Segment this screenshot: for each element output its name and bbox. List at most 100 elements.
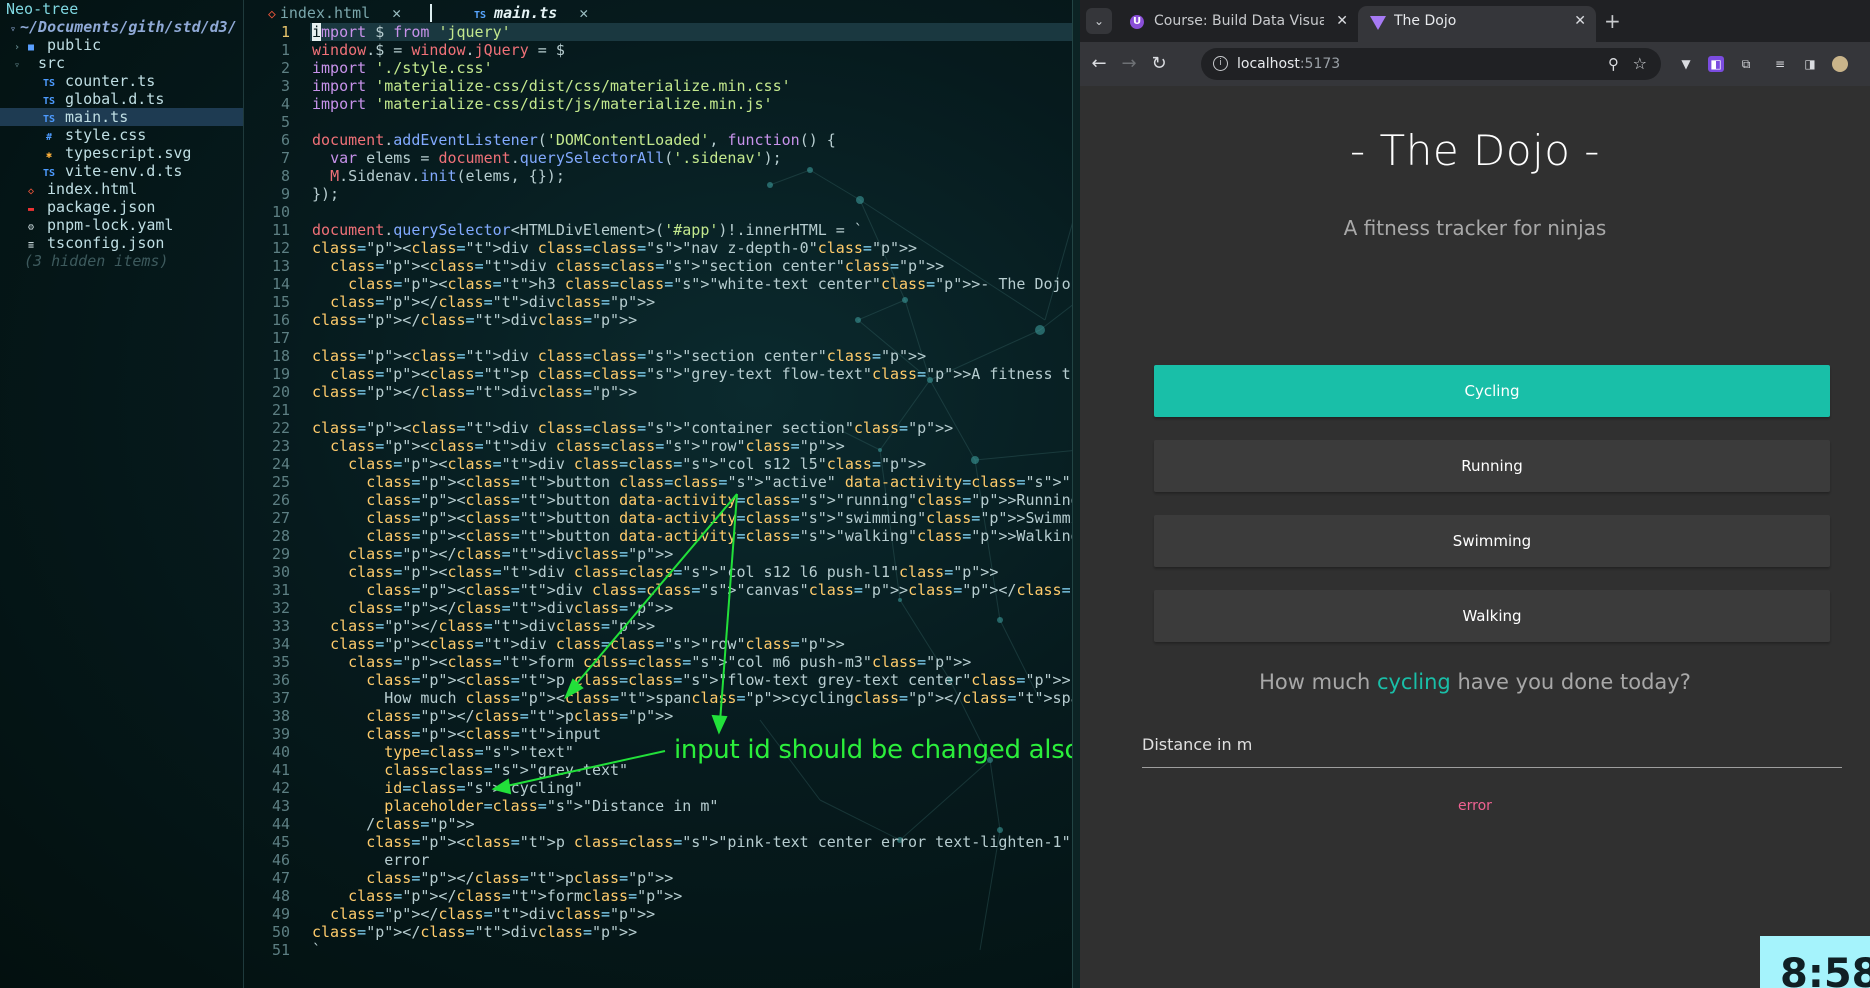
code-line[interactable]: document.addEventListener('DOMContentLoa… (312, 131, 1079, 149)
code-line[interactable]: class="p"><class="t">form calss=class="s… (312, 653, 1079, 671)
extension-icon[interactable]: ◧ (1708, 56, 1724, 72)
extensions-puzzle-icon[interactable]: ⧉ (1738, 56, 1754, 72)
code-line[interactable]: class="p"></class="t">divclass="p">> (312, 545, 1079, 563)
tree-item-style[interactable]: # style.css (0, 126, 243, 144)
code-line[interactable]: class="p"><class="t">div class=class="s"… (312, 239, 1079, 257)
code-line[interactable]: window.$ = window.jQuery = $ (312, 41, 1079, 59)
code-line[interactable]: How much class="p"><class="t">spanclass=… (312, 689, 1079, 707)
code-line[interactable]: class="p"><class="t">div class=class="s"… (312, 437, 1079, 455)
code-line[interactable]: class="p"><class="t">div class=class="s"… (312, 347, 1079, 365)
code-line[interactable]: class="p"></class="t">formclass="p">> (312, 887, 1079, 905)
code-line[interactable]: var elems = document.querySelectorAll('.… (312, 149, 1079, 167)
address-bar[interactable]: i localhost:5173 ⚲ ☆ (1201, 48, 1661, 80)
line-number: 4 (280, 95, 290, 113)
reload-icon[interactable]: ↻ (1145, 50, 1173, 78)
code-line[interactable]: class="p"><class="t">h3 class=class="s">… (312, 275, 1079, 293)
annotation-text: input id should be changed also (674, 735, 1079, 765)
side-panel-icon[interactable]: ◨ (1802, 56, 1818, 72)
new-tab-button[interactable]: + (1604, 8, 1621, 34)
forward-icon[interactable]: → (1115, 50, 1143, 78)
file-tree-root-path[interactable]: ▿ ~/Documents/gith/std/d3/ (0, 18, 243, 36)
code-line[interactable]: class="p"><class="t">button data-activit… (312, 509, 1079, 527)
file-tree-panel: Neo-tree ▿ ~/Documents/gith/std/d3/ › ■ pu… (0, 0, 244, 988)
code-line[interactable]: class="p"><class="t">div class=class="s"… (312, 257, 1079, 275)
browser-tab-the-dojo[interactable]: The Dojo ✕ (1358, 6, 1596, 42)
code-line[interactable]: /class="p">> (312, 815, 1079, 833)
code-line[interactable] (312, 113, 1079, 131)
code-line[interactable]: import 'materialize-css/dist/js/material… (312, 95, 1079, 113)
code-line[interactable]: error (312, 851, 1079, 869)
tree-item-typescript-svg[interactable]: ✱ typescript.svg (0, 144, 243, 162)
code-line[interactable]: class="p"></class="t">divclass="p">> (312, 293, 1079, 311)
code-line[interactable]: class="p"><class="t">p class=class="s">"… (312, 833, 1079, 851)
back-icon[interactable]: ← (1085, 50, 1113, 78)
code-line[interactable] (312, 329, 1079, 347)
bookmark-star-icon[interactable]: ☆ (1633, 48, 1647, 80)
code-line[interactable]: ` (312, 941, 1079, 959)
code-line[interactable] (312, 203, 1079, 221)
close-icon[interactable]: ✕ (392, 4, 401, 22)
code-line[interactable]: class="p"></class="t">divclass="p">> (312, 905, 1079, 923)
code-line[interactable]: id=class="s">"cycling" (312, 779, 1079, 797)
distance-input[interactable] (1142, 722, 1842, 768)
tree-item-pnpm-lock[interactable]: ⚙ pnpm-lock.yaml (0, 216, 243, 234)
code-line[interactable]: class="p"></class="t">divclass="p">> (312, 311, 1079, 329)
tree-item-package-json[interactable]: ▬ package.json (0, 198, 243, 216)
code-line[interactable]: class="p"><class="t">p class=class="s">"… (312, 671, 1079, 689)
code-line[interactable]: class="p"><class="t">div class=class="s"… (312, 419, 1079, 437)
tree-item-public[interactable]: › ■ public (0, 36, 243, 54)
code-line[interactable]: class="p"></class="t">pclass="p">> (312, 869, 1079, 887)
code-line[interactable]: }); (312, 185, 1079, 203)
code-line[interactable]: class="p"><class="t">button class=class=… (312, 473, 1079, 491)
code-line[interactable]: class="p"><class="t">button data-activit… (312, 527, 1079, 545)
tree-item-main[interactable]: TS main.ts (0, 108, 243, 126)
walking-button[interactable]: Walking (1154, 590, 1830, 642)
browser-tab-strip: ⌄ U Course: Build Data Visua ✕ The Dojo … (1080, 0, 1870, 42)
vue-devtools-icon[interactable]: ▼ (1678, 56, 1694, 72)
code-line[interactable]: document.querySelector<HTMLDivElement>('… (312, 221, 1079, 239)
tree-item-vite-env[interactable]: TS vite-env.d.ts (0, 162, 243, 180)
tree-item-tsconfig[interactable]: ≡ tsconfig.json (0, 234, 243, 252)
close-icon[interactable]: ✕ (1574, 6, 1586, 36)
code-line[interactable]: class="p"><class="t">p class=class="s">"… (312, 365, 1079, 383)
profile-avatar-icon[interactable] (1832, 56, 1848, 72)
code-line[interactable]: class="p"><class="t">div class=class="s"… (312, 563, 1079, 581)
swimming-button[interactable]: Swimming (1154, 515, 1830, 567)
line-number: 45 (271, 833, 290, 851)
zoom-icon[interactable]: ⚲ (1608, 48, 1619, 80)
line-number: 1 (280, 23, 290, 41)
browser-tab-course[interactable]: U Course: Build Data Visua ✕ (1118, 6, 1358, 42)
code-line[interactable]: class="p"><class="t">div class=class="s"… (312, 455, 1079, 473)
site-info-icon[interactable]: i (1213, 56, 1228, 71)
tree-item-global-d[interactable]: TS global.d.ts (0, 90, 243, 108)
tree-item-counter[interactable]: TS counter.ts (0, 72, 243, 90)
cycling-button[interactable]: Cycling (1154, 365, 1830, 417)
close-icon[interactable]: ✕ (1336, 6, 1348, 36)
code-line[interactable]: class="p"><class="t">div class=class="s"… (312, 635, 1079, 653)
code-line[interactable]: class="p"><class="t">button data-activit… (312, 491, 1079, 509)
code-line[interactable]: class="p"></class="t">divclass="p">> (312, 383, 1079, 401)
close-icon[interactable]: ✕ (579, 4, 588, 22)
code-line[interactable]: import $ from 'jquery' (310, 23, 1079, 41)
gear-icon: ⚙ (27, 222, 35, 233)
tab-search-button[interactable]: ⌄ (1086, 8, 1112, 34)
running-button[interactable]: Running (1154, 440, 1830, 492)
code-buffer[interactable]: import $ from 'jquery' window.$ = window.… (310, 23, 1079, 959)
code-line[interactable]: class="p"></class="t">divclass="p">> (312, 599, 1079, 617)
media-queue-icon[interactable]: ≡ (1772, 56, 1788, 72)
line-number: 48 (271, 887, 290, 905)
typescript-icon: TS (474, 10, 487, 21)
code-line[interactable]: class="p"></class="t">pclass="p">> (312, 707, 1079, 725)
code-line[interactable]: import 'materialize-css/dist/css/materia… (312, 77, 1079, 95)
file-tree-title: Neo-tree (6, 0, 79, 18)
code-line[interactable]: class="p"></class="t">divclass="p">> (312, 923, 1079, 941)
code-line[interactable]: class="p"><class="t">div class=class="s"… (312, 581, 1079, 599)
code-line[interactable]: placeholder=class="s">"Distance in m" (312, 797, 1079, 815)
tree-item-src[interactable]: ▿ src (0, 54, 243, 72)
code-line[interactable]: class="p"></class="t">divclass="p">> (312, 617, 1079, 635)
line-number: 2 (280, 59, 290, 77)
code-line[interactable]: M.Sidenav.init(elems, {}); (312, 167, 1079, 185)
code-line[interactable]: import './style.css' (312, 59, 1079, 77)
tree-item-index-html[interactable]: ◇ index.html (0, 180, 243, 198)
code-line[interactable] (312, 401, 1079, 419)
